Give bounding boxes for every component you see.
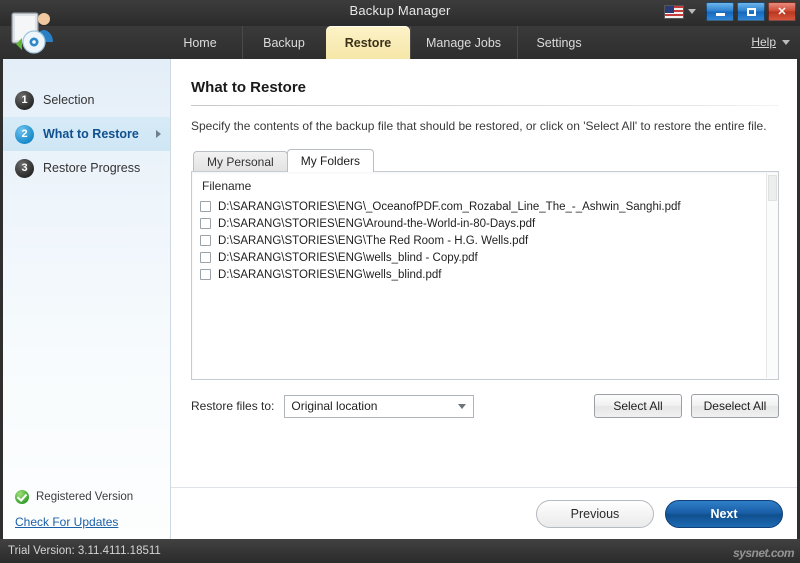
chevron-down-icon xyxy=(782,39,790,45)
minimize-icon xyxy=(715,13,725,16)
sidebar: 1 Selection 2 What to Restore 3 Restore … xyxy=(3,59,171,539)
check-circle-icon xyxy=(15,490,29,504)
help-menu[interactable]: Help xyxy=(751,35,790,49)
deselect-all-button[interactable]: Deselect All xyxy=(691,394,779,418)
file-name: D:\SARANG\STORIES\ENG\Around-the-World-i… xyxy=(218,217,536,230)
nav-tab-backup[interactable]: Backup xyxy=(242,26,326,59)
sidebar-item-label: What to Restore xyxy=(43,127,139,141)
page-description: Specify the contents of the backup file … xyxy=(191,119,767,133)
sidebar-item-label: Restore Progress xyxy=(43,161,141,175)
wizard-footer: Previous Next xyxy=(171,487,797,539)
table-row[interactable]: D:\SARANG\STORIES\ENG\The Red Room - H.G… xyxy=(200,232,778,249)
sidebar-footer: Registered Version Check For Updates xyxy=(15,490,133,529)
registered-label: Registered Version xyxy=(36,491,134,503)
previous-button[interactable]: Previous xyxy=(536,499,654,528)
file-checkbox[interactable] xyxy=(200,252,211,263)
restore-location-value: Original location xyxy=(291,399,378,413)
help-label: Help xyxy=(751,35,776,49)
selection-buttons: Select All Deselect All xyxy=(594,394,779,418)
status-bar: Trial Version: 3.11.4111.18511 sysnet.co… xyxy=(0,539,800,563)
trial-version-text: Trial Version: 3.11.4111.18511 xyxy=(8,545,161,557)
window-controls: ✕ xyxy=(664,2,796,21)
chevron-right-icon xyxy=(156,130,161,138)
restore-controls: Restore files to: Original location Sele… xyxy=(191,394,779,418)
maximize-icon xyxy=(746,7,756,16)
close-button[interactable]: ✕ xyxy=(768,2,796,21)
file-checkbox[interactable] xyxy=(200,269,211,280)
file-name: D:\SARANG\STORIES\ENG\The Red Room - H.G… xyxy=(218,234,529,247)
step-number-badge: 2 xyxy=(15,124,34,144)
nav-tab-manage-jobs[interactable]: Manage Jobs xyxy=(410,26,517,59)
registration-status: Registered Version xyxy=(15,490,133,504)
application-window: Backup Manager ✕ Home Backup Restore Man… xyxy=(0,0,800,563)
nav-tab-home[interactable]: Home xyxy=(158,26,242,59)
restore-files-to-label: Restore files to: xyxy=(191,399,275,413)
check-for-updates-link[interactable]: Check For Updates xyxy=(15,515,133,529)
watermark: sysnet.com xyxy=(732,546,795,560)
file-checkbox[interactable] xyxy=(200,201,211,212)
main-navigation: Home Backup Restore Manage Jobs Settings xyxy=(158,26,601,59)
content-area: 1 Selection 2 What to Restore 3 Restore … xyxy=(3,59,797,539)
column-header-filename: Filename xyxy=(202,179,252,193)
file-list-panel: Filename D:\SARANG\STORIES\ENG\_OceanofP… xyxy=(191,171,779,380)
title-divider xyxy=(191,105,779,106)
table-row[interactable]: D:\SARANG\STORIES\ENG\wells_blind.pdf xyxy=(200,266,778,283)
select-all-button[interactable]: Select All xyxy=(594,394,682,418)
backup-manager-app-icon xyxy=(11,12,53,54)
chevron-down-icon[interactable] xyxy=(688,9,696,14)
page-title: What to Restore xyxy=(191,79,307,96)
sidebar-item-what-to-restore[interactable]: 2 What to Restore xyxy=(3,117,170,151)
main-panel: What to Restore Specify the contents of … xyxy=(171,59,797,539)
minimize-button[interactable] xyxy=(706,2,734,21)
restore-location-select[interactable]: Original location xyxy=(284,394,475,418)
sidebar-item-selection[interactable]: 1 Selection xyxy=(3,83,170,117)
nav-tab-settings[interactable]: Settings xyxy=(517,26,601,59)
table-row[interactable]: D:\SARANG\STORIES\ENG\wells_blind - Copy… xyxy=(200,249,778,266)
nav-tab-restore[interactable]: Restore xyxy=(326,26,410,59)
scrollbar-thumb[interactable] xyxy=(768,175,777,201)
header-bar: Home Backup Restore Manage Jobs Settings… xyxy=(0,12,800,59)
tab-my-folders[interactable]: My Folders xyxy=(286,149,375,172)
content-tabs: My Personal My Folders xyxy=(191,149,779,172)
file-name: D:\SARANG\STORIES\ENG\_OceanofPDF.com_Ro… xyxy=(218,200,681,213)
us-flag-icon[interactable] xyxy=(664,4,684,19)
vertical-scrollbar[interactable] xyxy=(766,173,777,378)
step-number-badge: 1 xyxy=(15,90,34,110)
step-number-badge: 3 xyxy=(15,158,34,178)
sidebar-item-label: Selection xyxy=(43,93,95,107)
next-button[interactable]: Next xyxy=(665,499,783,528)
table-row[interactable]: D:\SARANG\STORIES\ENG\Around-the-World-i… xyxy=(200,215,778,232)
tab-my-personal[interactable]: My Personal xyxy=(193,151,288,172)
chevron-down-icon xyxy=(458,403,467,409)
file-name: D:\SARANG\STORIES\ENG\wells_blind.pdf xyxy=(218,268,442,281)
maximize-button[interactable] xyxy=(737,2,765,21)
sidebar-item-restore-progress[interactable]: 3 Restore Progress xyxy=(3,151,170,185)
file-checkbox[interactable] xyxy=(200,218,211,229)
table-row[interactable]: D:\SARANG\STORIES\ENG\_OceanofPDF.com_Ro… xyxy=(200,198,778,215)
file-name: D:\SARANG\STORIES\ENG\wells_blind - Copy… xyxy=(218,251,478,264)
title-bar: Backup Manager ✕ xyxy=(0,0,800,26)
file-checkbox[interactable] xyxy=(200,235,211,246)
